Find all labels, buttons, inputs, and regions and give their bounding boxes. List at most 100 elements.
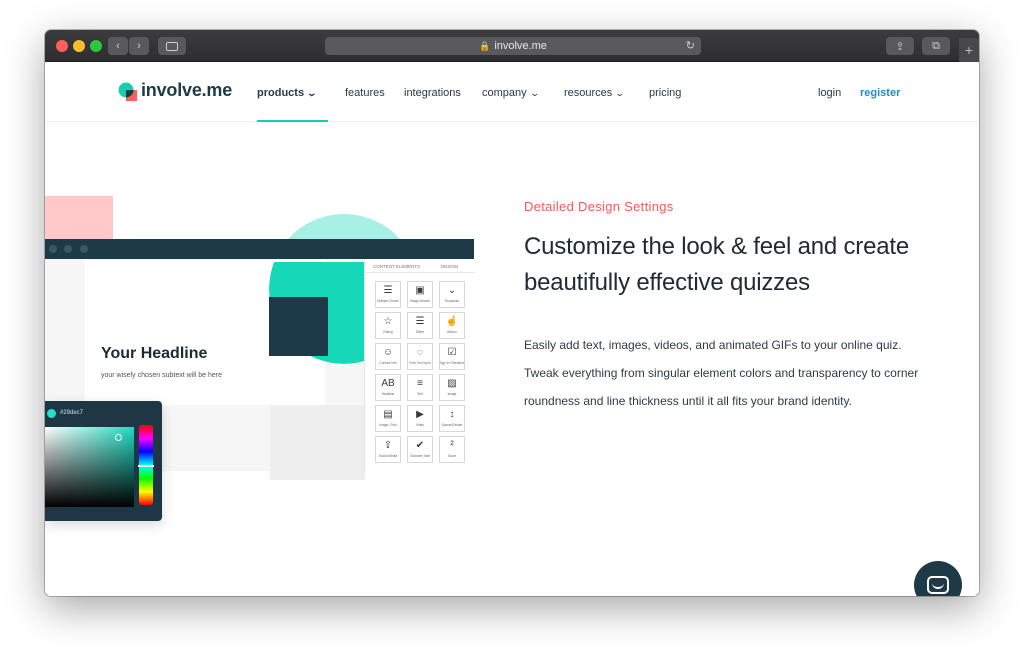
element-tile: ✔ Outcome Vote: [407, 436, 433, 463]
sidebar-toggle-button[interactable]: [158, 37, 186, 55]
element-tile-label: Headline: [381, 392, 395, 396]
panel-tabs: CONTENT ELEMENTS DESIGN: [365, 259, 475, 273]
sidebar-icon: [166, 41, 178, 51]
plus-icon: +: [964, 42, 974, 58]
element-tile-icon: ☆: [383, 316, 393, 327]
element-tile-label: Contact Info: [379, 361, 397, 365]
element-tile-icon: ☰: [383, 285, 393, 296]
element-tile-label: Sign In Checkbox: [439, 361, 465, 365]
element-tile-label: Image: [447, 392, 457, 396]
element-tile: ☆ Rating: [375, 312, 401, 339]
section-body: Easily add text, images, videos, and ani…: [524, 338, 919, 408]
share-icon: ⇪: [895, 40, 905, 53]
chevron-left-icon: ‹: [116, 40, 120, 52]
mockup-gray-block: [270, 405, 365, 480]
reload-icon[interactable]: ↻: [686, 39, 695, 52]
minimize-window-button[interactable]: [73, 40, 85, 52]
lock-icon: 🔒: [479, 40, 491, 51]
element-tile-label: Free Text Input: [409, 361, 431, 365]
nav-item-features[interactable]: features: [345, 87, 385, 99]
logo-text[interactable]: involve.me: [141, 80, 232, 101]
nav-item-label: company: [482, 87, 527, 99]
logo-icon[interactable]: [118, 82, 138, 102]
chat-launcher-button[interactable]: [914, 561, 962, 596]
nav-item-integrations[interactable]: integrations: [404, 87, 461, 99]
element-tile: ▨ Image: [439, 374, 465, 401]
element-tile: AB Headline: [375, 374, 401, 401]
element-tile-icon: ✔: [415, 440, 425, 451]
nav-item-company[interactable]: company ⌄: [482, 87, 540, 99]
element-tile-icon: ⇪: [383, 440, 393, 451]
share-button[interactable]: ⇪: [886, 37, 914, 55]
chat-icon: [927, 576, 949, 594]
hue-handle: [138, 465, 154, 467]
content-elements-panel: CONTENT ELEMENTS DESIGN ☰ Multiple Choice…: [364, 259, 475, 471]
nav-item-label: integrations: [404, 87, 461, 99]
color-picker: #29dec7: [45, 401, 162, 521]
element-tile-label: Multiple Choice: [377, 299, 399, 303]
element-tile-label: Score: [447, 454, 457, 458]
section-eyebrow: Detailed Design Settings: [524, 199, 674, 214]
element-tile-label: Image / Text: [379, 423, 397, 427]
element-tile-icon: ≡: [417, 378, 423, 389]
nav-item-label: features: [345, 87, 385, 99]
mockup-window-bar: [45, 239, 474, 259]
element-tile: ≡ Text: [407, 374, 433, 401]
page-viewport: involve.me products ⌄ features integrati…: [45, 62, 979, 596]
mockup-subtext: your wisely chosen subtext will be here: [101, 372, 223, 379]
login-link[interactable]: login: [818, 87, 841, 99]
new-tab-button[interactable]: +: [959, 38, 979, 62]
chevron-down-icon: ⌄: [306, 87, 318, 98]
color-swatch: [47, 409, 56, 418]
address-bar[interactable]: 🔒 involve.me ↻: [325, 37, 701, 55]
element-tile-label: Spacer/Divider: [441, 423, 463, 427]
close-window-button[interactable]: [56, 40, 68, 52]
saturation-value-area: [45, 427, 134, 507]
element-tile-label: Button: [447, 330, 457, 334]
element-tile-label: Slider: [415, 330, 425, 334]
element-tile-icon: ◌: [417, 347, 423, 358]
address-url: involve.me: [494, 40, 547, 52]
element-tile: ▶ Video: [407, 405, 433, 432]
nav-item-label: products: [257, 87, 305, 99]
element-tile: ☑ Sign In Checkbox: [439, 343, 465, 370]
element-tile-icon: ☺: [382, 347, 394, 358]
element-tile-icon: ▨: [447, 378, 457, 389]
element-tile-icon: ²: [450, 440, 454, 451]
element-tile: ⇪ Social Media: [375, 436, 401, 463]
element-tile: ↕ Spacer/Divider: [439, 405, 465, 432]
back-button[interactable]: ‹: [108, 37, 128, 55]
tab-design: DESIGN: [441, 264, 459, 269]
tabs-overview-button[interactable]: ⧉: [922, 37, 950, 55]
element-tile-label: Rating: [383, 330, 393, 334]
element-tile-label: Image Answer: [409, 299, 431, 303]
nav-item-resources[interactable]: resources ⌄: [564, 87, 625, 99]
tab-content-elements: CONTENT ELEMENTS: [373, 264, 421, 269]
nav-item-label: pricing: [649, 87, 682, 99]
element-tile: ▣ Image Answer: [407, 281, 433, 308]
color-handle: [115, 434, 122, 441]
hue-slider: [138, 425, 154, 505]
element-tile-icon: ▤: [383, 409, 393, 420]
nav-item-label: resources: [564, 87, 613, 99]
element-tile-icon: ☑: [447, 347, 457, 358]
register-link[interactable]: register: [860, 87, 900, 99]
forward-button[interactable]: ›: [129, 37, 149, 55]
element-tile-icon: ▶: [416, 409, 424, 420]
element-tile-icon: ▣: [415, 285, 425, 296]
tabs-icon: ⧉: [932, 39, 940, 52]
nav-item-pricing[interactable]: pricing: [649, 87, 681, 99]
element-tile: ⌄ Dropdown: [439, 281, 465, 308]
element-tile: ◌ Free Text Input: [407, 343, 433, 370]
browser-window: ‹ › 🔒 involve.me ↻ ⇪ ⧉ + involve.me prod…: [45, 30, 979, 596]
element-tile-label: Outcome Vote: [409, 454, 431, 458]
element-tile: ☝ Button: [439, 312, 465, 339]
chevron-down-icon: ⌄: [529, 87, 540, 98]
element-tile: ☺ Contact Info: [375, 343, 401, 370]
element-tile: ▤ Image / Text: [375, 405, 401, 432]
nav-item-products[interactable]: products ⌄: [257, 87, 318, 99]
color-hex-value: #29dec7: [60, 410, 84, 416]
browser-titlebar: ‹ › 🔒 involve.me ↻ ⇪ ⧉ +: [45, 30, 979, 62]
zoom-window-button[interactable]: [90, 40, 102, 52]
element-tile: ☰ Slider: [407, 312, 433, 339]
